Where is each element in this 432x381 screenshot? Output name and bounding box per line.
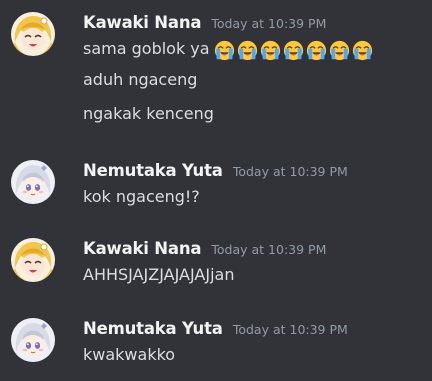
timestamp[interactable]: Today at 10:39 PM — [211, 242, 326, 257]
timestamp[interactable]: Today at 10:39 PM — [233, 164, 348, 179]
loudly-crying-face-icon[interactable] — [260, 40, 281, 61]
avatar[interactable] — [11, 318, 55, 362]
message-text: kok ngaceng!? — [83, 187, 200, 206]
emoji-row — [214, 38, 375, 62]
timestamp[interactable]: Today at 10:39 PM — [211, 16, 326, 31]
silver-hair-anime-girl-avatar-icon — [11, 318, 55, 362]
username[interactable]: Nemutaka Yuta — [83, 161, 223, 180]
message-header: Kawaki Nana Today at 10:39 PM — [83, 12, 326, 34]
avatar[interactable] — [11, 12, 55, 56]
loudly-crying-face-icon[interactable] — [306, 40, 327, 61]
message-text: kwakwakko — [83, 345, 176, 364]
message-header: Nemutaka Yuta Today at 10:39 PM — [83, 318, 348, 340]
loudly-crying-face-icon[interactable] — [329, 40, 350, 61]
loudly-crying-face-icon[interactable] — [237, 40, 258, 61]
message-text: AHHSJAJZJAJAJAJjan — [83, 265, 235, 284]
blonde-anime-girl-avatar-icon — [11, 238, 55, 282]
message-text: sama goblok ya — [83, 37, 375, 61]
loudly-crying-face-icon[interactable] — [214, 40, 235, 61]
username[interactable]: Kawaki Nana — [83, 13, 201, 32]
loudly-crying-face-icon[interactable] — [283, 40, 304, 61]
username[interactable]: Kawaki Nana — [83, 239, 201, 258]
avatar[interactable] — [11, 160, 55, 204]
timestamp[interactable]: Today at 10:39 PM — [233, 322, 348, 337]
message-header: Kawaki Nana Today at 10:39 PM — [83, 238, 326, 260]
chat-message-list: Kawaki Nana Today at 10:39 PM sama goblo… — [0, 0, 432, 381]
avatar[interactable] — [11, 238, 55, 282]
message-header: Nemutaka Yuta Today at 10:39 PM — [83, 160, 348, 182]
message-text: ngakak kenceng — [83, 104, 214, 123]
loudly-crying-face-icon[interactable] — [352, 40, 373, 61]
message-text: aduh ngaceng — [83, 70, 198, 89]
message-content: sama goblok ya — [83, 39, 210, 58]
silver-hair-anime-girl-avatar-icon — [11, 160, 55, 204]
username[interactable]: Nemutaka Yuta — [83, 319, 223, 338]
blonde-anime-girl-avatar-icon — [11, 12, 55, 56]
